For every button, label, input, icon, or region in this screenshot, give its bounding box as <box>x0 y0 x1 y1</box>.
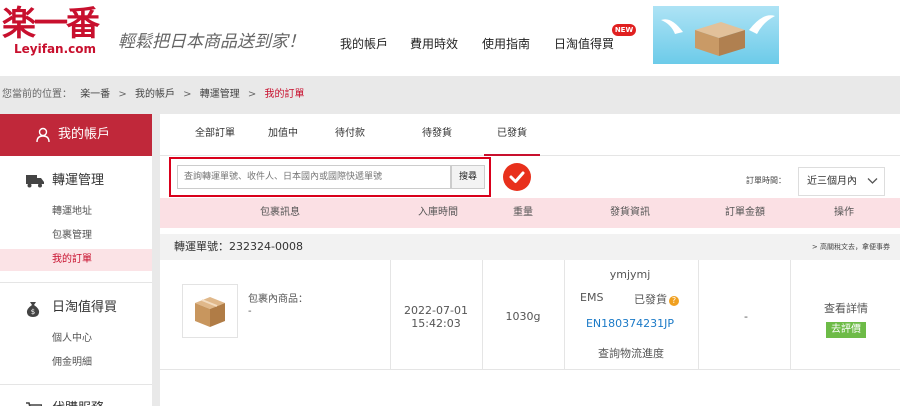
svg-text:$: $ <box>31 308 35 316</box>
breadcrumb-transfer[interactable]: 轉運管理 <box>200 89 240 100</box>
sidebar-item-commission[interactable]: 佣金明細 <box>0 352 152 374</box>
package-image[interactable] <box>182 284 238 338</box>
period-label: 訂單時間： <box>746 176 786 185</box>
period-select[interactable]: 近三個月內 <box>798 167 885 196</box>
column-divider <box>698 260 699 370</box>
breadcrumb-current: 我的訂單 <box>264 89 305 100</box>
tracking-number-link[interactable]: EN180374231JP <box>580 317 680 330</box>
truck-icon <box>26 175 44 188</box>
sidebar-gutter <box>152 114 160 406</box>
new-badge: NEW <box>612 24 636 36</box>
tab-pending-shipment[interactable]: 待發貨 <box>411 114 463 156</box>
track-shipment-link[interactable]: 查詢物流進度 <box>586 345 676 361</box>
review-button[interactable]: 去評價 <box>826 322 866 338</box>
question-icon[interactable]: ? <box>669 296 679 306</box>
carrier-name: EMS <box>580 291 604 304</box>
order-header: 轉運單號：232324-0008 > 高關稅文去，拿便事券 <box>160 234 900 260</box>
shipping-status-label: 已發貨 <box>634 293 667 306</box>
tab-pending-payment[interactable]: 待付款 <box>325 114 375 156</box>
sidebar-section-proxy[interactable]: 代購服務 <box>0 396 152 406</box>
sidebar-item-personal-center[interactable]: 個人中心 <box>0 328 152 350</box>
sidebar-item-package-management[interactable]: 包裹管理 <box>0 225 152 247</box>
main-content: 全部訂單 加值中 待付款 待發貨 已發貨 搜尋 訂單時間： 近三個月內 包裹訊息… <box>160 114 900 406</box>
logo-english: Leyifan.com <box>14 42 97 56</box>
user-icon <box>36 127 50 143</box>
package-contents-value: - <box>248 306 252 317</box>
package-contents-label: 包裹內商品： <box>248 294 308 305</box>
nav-my-account[interactable]: 我的帳戶 <box>340 36 388 52</box>
breadcrumb: 您當前的位置： 楽一番 > 我的帳戶 > 轉運管理 > 我的訂單 <box>2 89 309 101</box>
site-logo[interactable]: 楽一番 Leyifan.com <box>2 4 108 62</box>
table-header: 包裹訊息 入庫時間 重量 發貨資訊 訂單金額 操作 <box>160 198 900 228</box>
site-slogan: 輕鬆把日本商品送到家！ <box>118 32 305 52</box>
search-input[interactable] <box>177 165 451 189</box>
order-number-label: 轉運單號： <box>174 240 229 253</box>
breadcrumb-home[interactable]: 楽一番 <box>80 89 110 100</box>
order-number-value: 232324-0008 <box>229 240 303 253</box>
column-divider <box>790 260 791 370</box>
sidebar-section-transfer[interactable]: 轉運管理 <box>0 168 152 194</box>
tab-shipped[interactable]: 已發貨 <box>484 114 540 156</box>
tab-value-added[interactable]: 加值中 <box>258 114 308 156</box>
sidebar-my-account[interactable]: 我的帳戶 <box>0 114 152 156</box>
sidebar-section-label: 日淘值得買 <box>52 300 118 315</box>
breadcrumb-separator: > <box>247 89 257 100</box>
period-value: 近三個月內 <box>807 176 857 187</box>
sidebar-item-my-orders[interactable]: 我的訂單 <box>0 249 152 271</box>
package-box-icon <box>195 297 225 327</box>
logo-chinese: 楽一番 <box>2 4 100 44</box>
nav-deals[interactable]: 日淘值得買 <box>554 36 614 52</box>
column-package-info: 包裹訊息 <box>260 207 300 218</box>
package-weight: 1030g <box>505 310 541 323</box>
sidebar-account-label: 我的帳戶 <box>58 127 111 142</box>
site-header: 楽一番 Leyifan.com 輕鬆把日本商品送到家！ 我的帳戶 費用時效 使用… <box>0 0 900 76</box>
warehouse-time: 15:42:03 <box>411 317 461 330</box>
chevron-down-icon <box>867 178 878 184</box>
sidebar-divider <box>0 282 152 283</box>
column-divider <box>482 260 483 370</box>
sidebar-item-transfer-address[interactable]: 轉運地址 <box>0 201 152 223</box>
flying-box-icon <box>661 15 775 56</box>
breadcrumb-separator: > <box>183 89 192 100</box>
column-actions: 操作 <box>834 207 854 218</box>
sidebar-section-deals[interactable]: $ 日淘值得買 <box>0 295 152 321</box>
column-divider <box>390 260 391 370</box>
order-tabs: 全部訂單 加值中 待付款 待發貨 已發貨 <box>160 114 900 156</box>
sidebar-section-label: 代購服務 <box>52 396 104 406</box>
column-weight: 重量 <box>513 207 533 218</box>
breadcrumb-bar: 您當前的位置： 楽一番 > 我的帳戶 > 轉運管理 > 我的訂單 <box>0 76 900 114</box>
promo-banner[interactable] <box>653 6 779 64</box>
search-highlight: 搜尋 <box>169 157 491 197</box>
table-row: 包裹內商品： - 2022-07-01 15:42:03 1030g ymjym… <box>160 260 900 370</box>
breadcrumb-separator: > <box>118 89 127 100</box>
column-warehouse-time: 入庫時間 <box>418 207 458 218</box>
column-divider <box>564 260 565 370</box>
check-icon <box>503 163 531 191</box>
order-note[interactable]: > 高關稅文去，拿便事券 <box>812 234 890 260</box>
receiver-name: ymjymj <box>609 268 651 281</box>
cart-icon <box>26 402 42 406</box>
nav-fees[interactable]: 費用時效 <box>410 36 458 52</box>
column-shipping-info: 發貨資訊 <box>610 207 650 218</box>
search-button[interactable]: 搜尋 <box>451 165 485 189</box>
money-bag-icon: $ <box>26 302 40 317</box>
tab-all-orders[interactable]: 全部訂單 <box>184 114 246 156</box>
warehouse-date: 2022-07-01 <box>404 304 468 317</box>
shipping-status: 已發貨? <box>634 291 679 307</box>
order-number: 轉運單號：232324-0008 <box>174 234 303 260</box>
nav-guide[interactable]: 使用指南 <box>482 36 530 52</box>
sidebar-section-label: 轉運管理 <box>52 173 105 188</box>
sidebar: 我的帳戶 轉運管理 轉運地址 包裹管理 我的訂單 $ 日淘值得買 個人中心 佣金… <box>0 114 152 406</box>
breadcrumb-prefix: 您當前的位置： <box>2 89 72 100</box>
sidebar-divider <box>0 384 152 385</box>
order-amount: - <box>744 310 748 323</box>
breadcrumb-account[interactable]: 我的帳戶 <box>135 89 175 100</box>
view-details-link[interactable]: 查看詳情 <box>820 300 872 316</box>
column-order-amount: 訂單金額 <box>725 207 765 218</box>
